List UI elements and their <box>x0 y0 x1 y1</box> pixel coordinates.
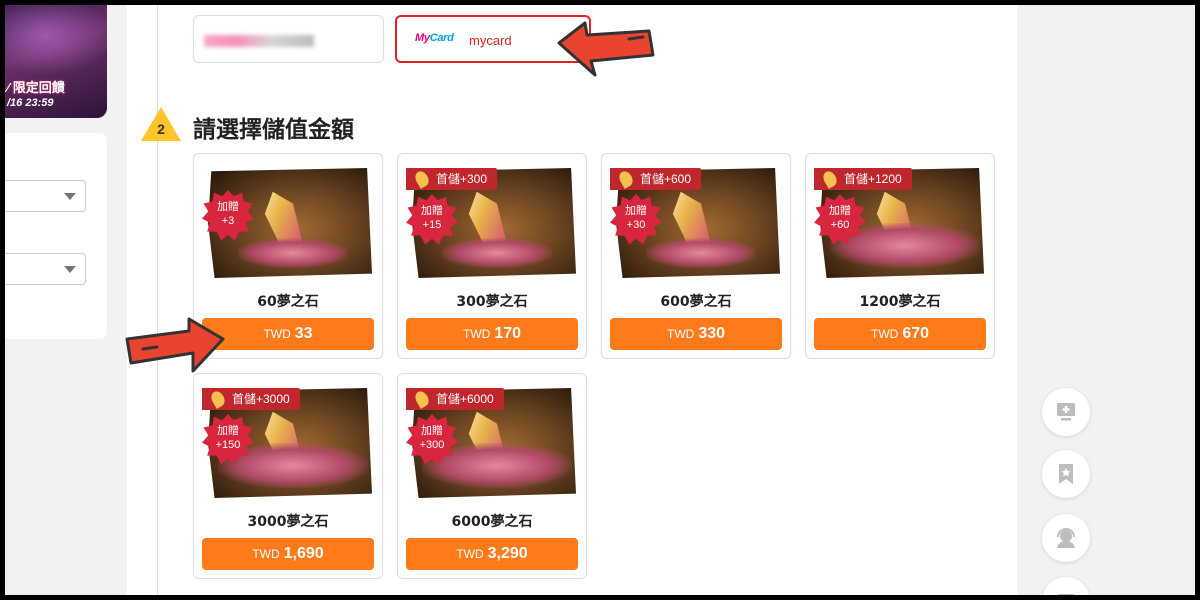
banner-promo-text: ⁄ 限定回饋 <box>7 80 65 95</box>
first-purchase-text: 首儲+1200 <box>844 172 902 186</box>
payment-option-1[interactable] <box>193 15 384 63</box>
mycard-label: mycard <box>469 33 512 48</box>
bonus-label: 加贈 <box>421 205 443 217</box>
first-purchase-ribbon: 首儲+600 <box>610 168 702 190</box>
screen: ⁄ 限定回饋 /16 23:59 MyCard mycard 2 請選擇儲值金額… <box>5 5 1195 595</box>
server-select[interactable] <box>5 180 86 212</box>
bonus-label: 加贈 <box>217 425 239 437</box>
payment-option-1-name <box>204 35 314 47</box>
price-currency: TWD <box>263 327 291 341</box>
add-to-desktop-button[interactable] <box>1042 388 1090 436</box>
product-card[interactable]: 首儲+6000 加贈 +300 6000夢之石 TWD 3,290 <box>397 373 587 579</box>
first-purchase-ribbon: 首儲+1200 <box>814 168 912 190</box>
crystal-leaf-icon <box>412 169 432 189</box>
first-purchase-text: 首儲+300 <box>436 172 488 186</box>
first-purchase-ribbon: 首儲+6000 <box>406 388 504 410</box>
crystal-pile <box>646 238 756 268</box>
first-purchase-ribbon: 首儲+300 <box>406 168 498 190</box>
price-amount: 670 <box>902 325 930 342</box>
step-timeline <box>157 5 158 595</box>
product-name: 600夢之石 <box>660 294 732 310</box>
price-currency: TWD <box>462 327 491 341</box>
bonus-label: 加贈 <box>421 425 443 437</box>
bonus-value: +300 <box>419 439 445 451</box>
character-select[interactable] <box>5 253 86 285</box>
customer-service-button[interactable] <box>1042 514 1090 562</box>
product-card[interactable]: 首儲+3000 加贈 +150 3000夢之石 TWD 1,690 <box>193 373 383 579</box>
product-name: 300夢之石 <box>456 294 528 310</box>
price-button[interactable]: TWD 170 <box>406 318 578 350</box>
main-panel: MyCard mycard 2 請選擇儲值金額 加贈 +3 60夢之石 TWD 33… <box>127 5 1017 595</box>
product-name: 6000夢之石 <box>451 514 533 530</box>
event-banner[interactable]: ⁄ 限定回饋 /16 23:59 <box>5 5 107 118</box>
bonus-value: +150 <box>215 439 241 451</box>
chevron-down-icon <box>64 193 76 200</box>
crystal-leaf-icon <box>820 169 840 189</box>
product-name: 3000夢之石 <box>247 514 329 530</box>
mycard-logo-part1: My <box>415 32 430 44</box>
annotation-arrow-icon <box>125 317 225 373</box>
customer-service-icon <box>1057 528 1075 548</box>
bonus-label: 加贈 <box>625 205 647 217</box>
crystal-pile <box>442 238 552 268</box>
price-amount: 330 <box>698 325 726 342</box>
chevron-down-icon <box>64 266 76 273</box>
product-card[interactable]: 首儲+300 加贈 +15 300夢之石 TWD 170 <box>397 153 587 359</box>
crystal-pile <box>238 238 348 268</box>
crystal-leaf-icon <box>208 389 228 409</box>
crystal-leaf-icon <box>412 389 432 409</box>
banner-art <box>5 5 107 75</box>
mycard-logo: MyCard <box>415 32 454 44</box>
price-amount: 3,290 <box>487 545 528 562</box>
price-amount: 33 <box>294 325 313 342</box>
price-currency: TWD <box>870 327 899 341</box>
bonus-value: +60 <box>830 219 850 231</box>
price-amount: 1,690 <box>283 545 324 562</box>
menu-icon <box>1058 594 1074 595</box>
bookmark-button[interactable] <box>1042 450 1090 498</box>
price-currency: TWD <box>456 547 484 561</box>
first-purchase-text: 首儲+3000 <box>232 392 290 406</box>
product-card[interactable]: 首儲+600 加贈 +30 600夢之石 TWD 330 <box>601 153 791 359</box>
menu-button[interactable] <box>1042 577 1090 595</box>
bookmark-icon <box>1059 464 1073 484</box>
bonus-value: +30 <box>626 219 646 231</box>
bonus-label: 加贈 <box>829 205 851 217</box>
price-currency: TWD <box>252 547 280 561</box>
add-to-desktop-icon <box>1057 403 1075 421</box>
crystal-leaf-icon <box>616 169 636 189</box>
product-name: 60夢之石 <box>257 294 319 310</box>
price-button[interactable]: TWD 670 <box>814 318 986 350</box>
price-button[interactable]: TWD 3,290 <box>406 538 578 570</box>
price-amount: 170 <box>494 325 522 342</box>
price-button[interactable]: TWD 1,690 <box>202 538 374 570</box>
mycard-logo-part2: Card <box>429 32 454 44</box>
first-purchase-ribbon: 首儲+3000 <box>202 388 300 410</box>
step-badge: 2 <box>141 107 181 143</box>
filter-panel <box>5 133 107 339</box>
annotation-arrow-icon <box>557 21 655 77</box>
bonus-value: +15 <box>422 219 442 231</box>
product-name: 1200夢之石 <box>859 294 941 310</box>
step-title: 請選擇儲值金額 <box>193 117 354 143</box>
step-number: 2 <box>157 121 165 137</box>
bonus-label: 加贈 <box>217 201 239 213</box>
banner-date: /16 23:59 <box>7 97 54 109</box>
bonus-value: +3 <box>221 215 235 227</box>
product-card[interactable]: 首儲+1200 加贈 +60 1200夢之石 TWD 670 <box>805 153 995 359</box>
first-purchase-text: 首儲+6000 <box>436 392 494 406</box>
price-currency: TWD <box>666 327 695 341</box>
price-button[interactable]: TWD 330 <box>610 318 782 350</box>
first-purchase-text: 首儲+600 <box>640 172 692 186</box>
